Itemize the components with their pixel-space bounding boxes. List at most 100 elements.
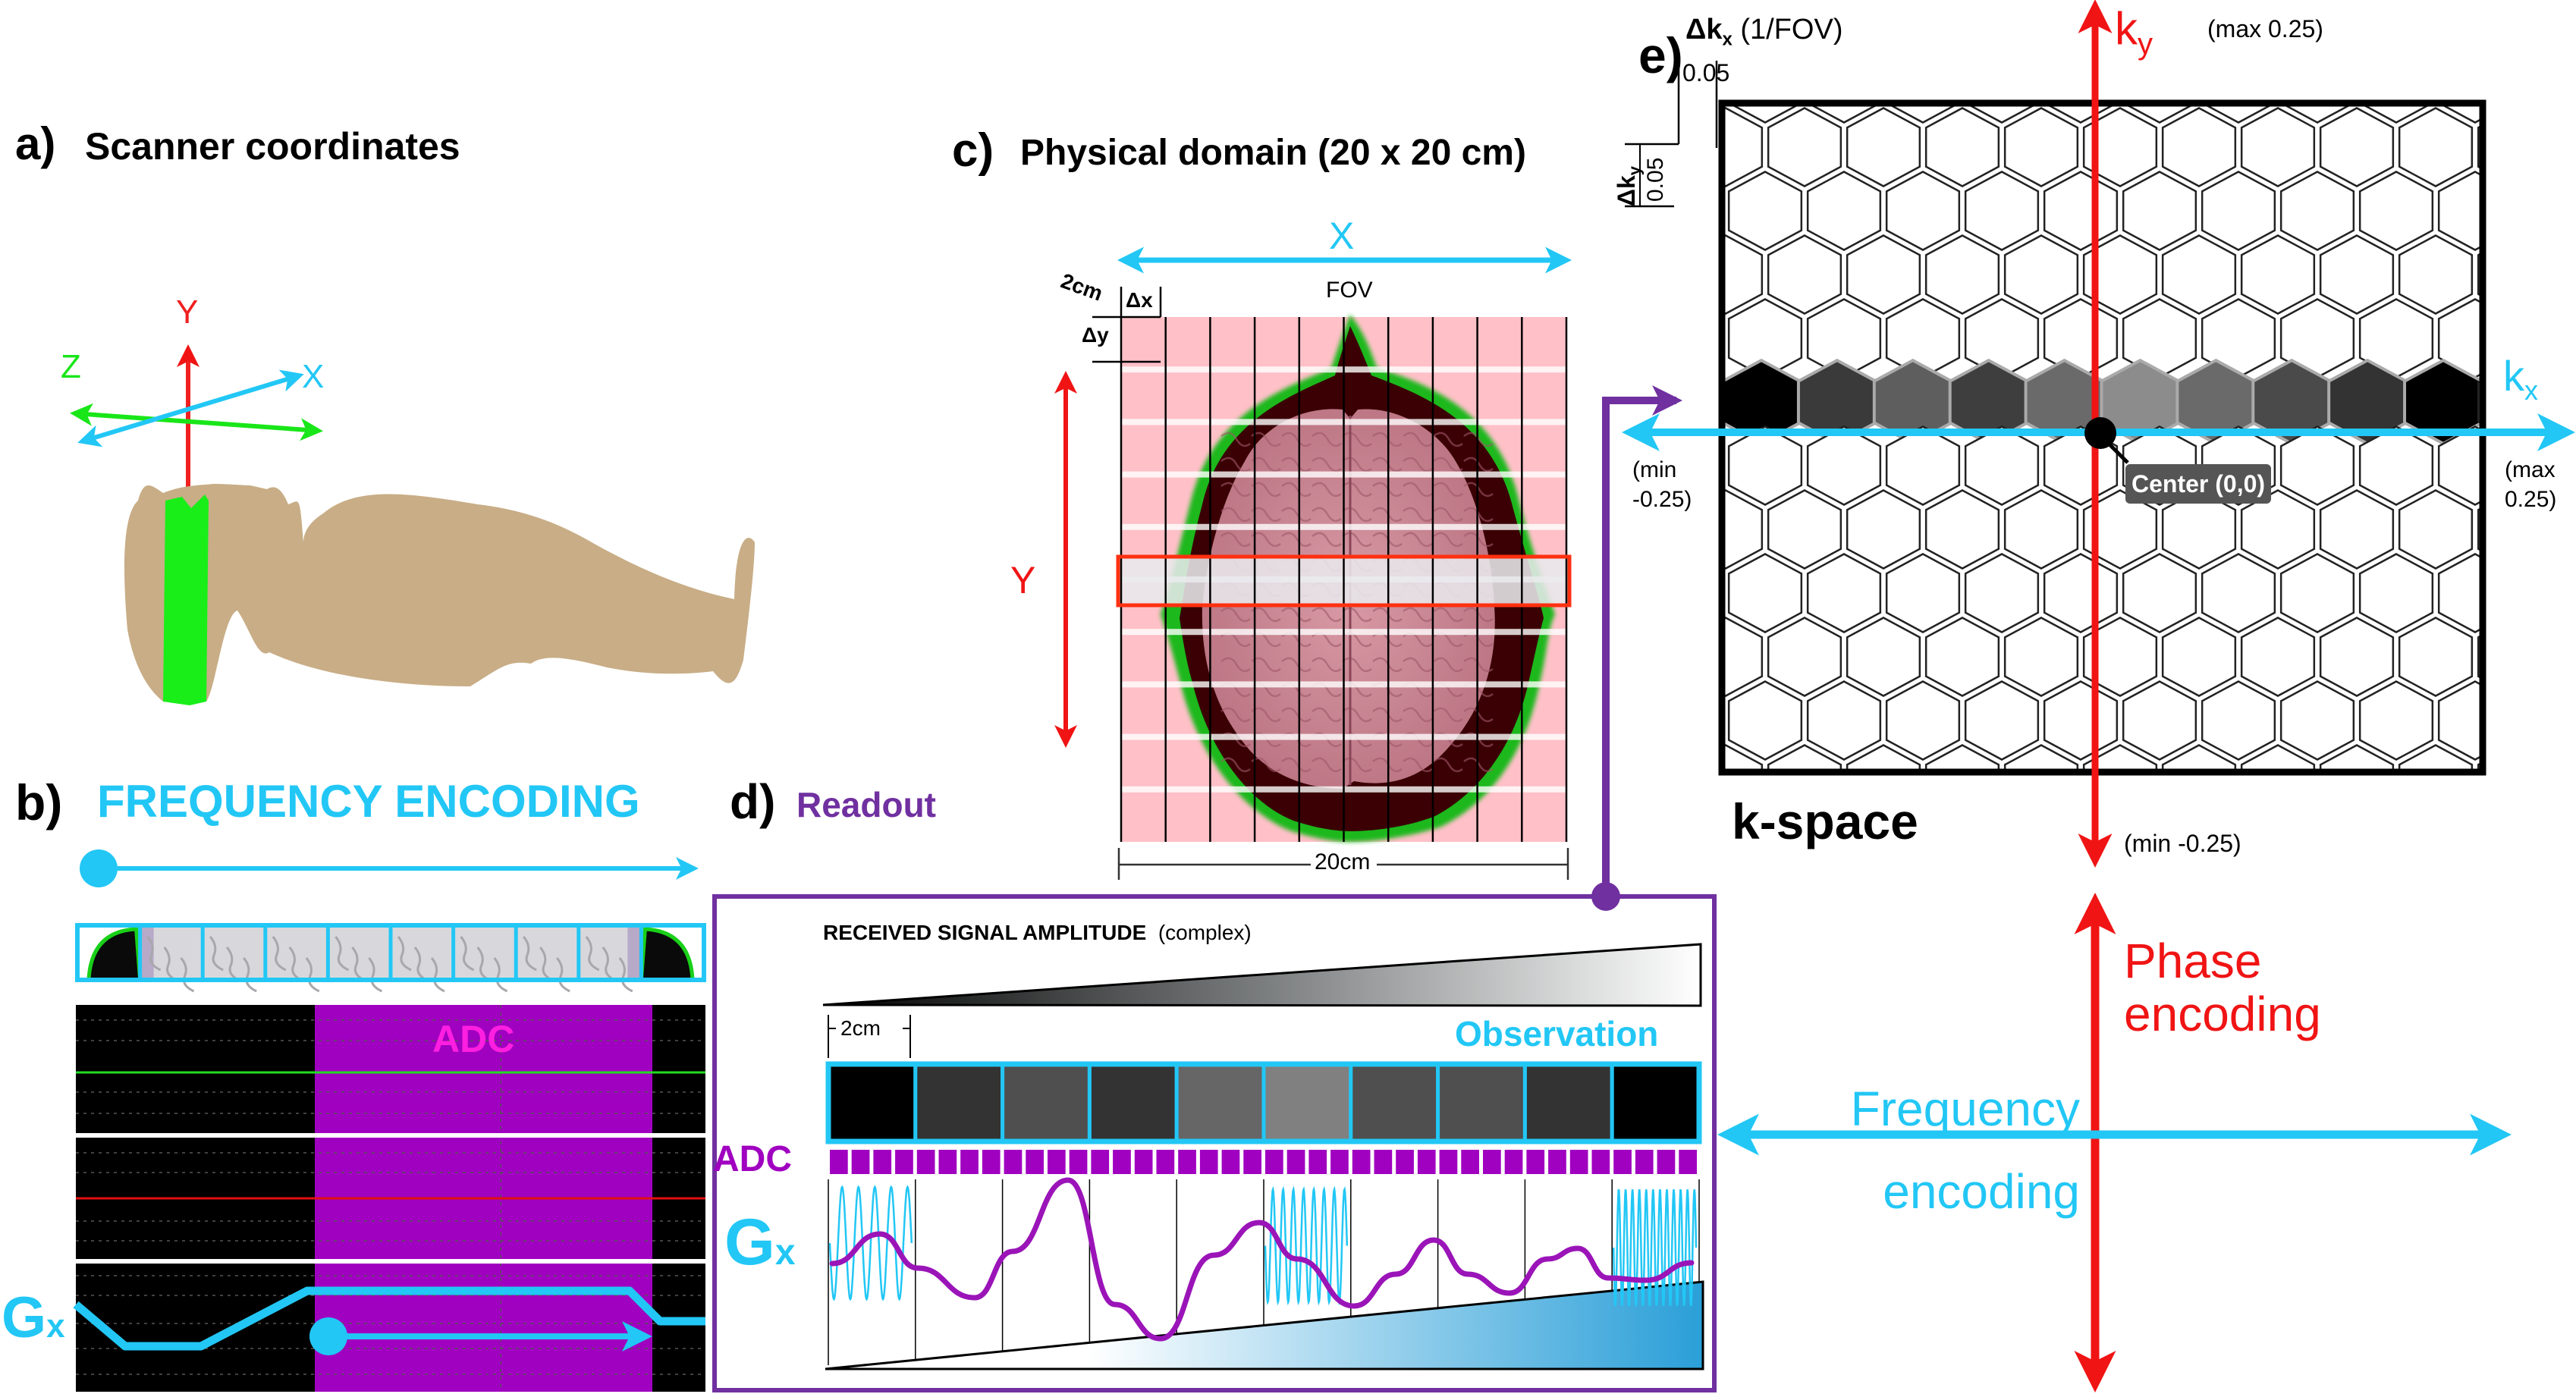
ky-main: k xyxy=(2115,3,2138,54)
kx-max-line2: 0.25) xyxy=(2505,487,2557,512)
kspace-cell xyxy=(2557,617,2576,695)
panel-b-title: FREQUENCY ENCODING xyxy=(97,776,640,827)
gx-label: Gx xyxy=(2,1289,65,1347)
adc-sample xyxy=(1091,1150,1110,1174)
adc-sample xyxy=(1548,1150,1566,1174)
ky-max-label: (max 0.25) xyxy=(2207,15,2323,42)
dkx-sub: x xyxy=(1722,29,1733,50)
observation-cell xyxy=(1087,1062,1179,1144)
adc-sample xyxy=(1221,1150,1240,1174)
adc-sample xyxy=(1679,1150,1697,1174)
kspace-cell xyxy=(1722,572,1724,614)
adc-sample xyxy=(1504,1150,1523,1174)
scope-panel xyxy=(73,1005,705,1392)
strip-cell xyxy=(328,925,391,980)
strip-cell xyxy=(203,925,265,980)
adc-sample xyxy=(1374,1150,1393,1174)
kspace-cell xyxy=(2399,0,2472,59)
kx-sub: x xyxy=(2524,375,2538,407)
observation-cell xyxy=(913,1062,1005,1144)
adc-sample xyxy=(960,1150,979,1174)
dkx-label: Δkx (1/FOV) xyxy=(1685,15,1843,49)
freq-line2: encoding xyxy=(1883,1163,2080,1219)
dky-value: 0.05 xyxy=(1643,157,1668,202)
adc-sample xyxy=(1199,1150,1218,1174)
panel-e-letter: e) xyxy=(1638,27,1683,83)
kspace-cell xyxy=(2518,681,2576,759)
kspace-cell xyxy=(2477,251,2483,298)
panel-d-title: Readout xyxy=(796,785,936,824)
adc-sample xyxy=(1439,1150,1458,1174)
adc-sample xyxy=(1569,1150,1588,1174)
kspace-label: k-space xyxy=(1732,793,1918,849)
kspace-cell xyxy=(2557,0,2576,59)
adc-sample xyxy=(1113,1150,1131,1174)
ky-sub: y xyxy=(2138,27,2153,61)
adc-sample xyxy=(1156,1150,1175,1174)
adc-sample xyxy=(982,1150,1001,1174)
kx-min-line2: -0.25) xyxy=(1632,487,1692,512)
kspace-cell xyxy=(1571,299,1644,377)
strip-cell xyxy=(265,925,328,980)
adc-sample xyxy=(1134,1150,1153,1174)
kspace-cell xyxy=(1610,617,1683,695)
observation-cell xyxy=(1261,1062,1353,1144)
adc-sample xyxy=(1308,1150,1327,1174)
panel-b-letter: b) xyxy=(15,774,63,830)
adc-sample-bars xyxy=(830,1150,1697,1174)
center-label: Center (0,0) xyxy=(2125,464,2272,504)
dky-main: Δk xyxy=(1613,175,1640,206)
kspace-cell xyxy=(1926,0,1999,59)
adc-sample xyxy=(1048,1150,1066,1174)
adc-sample xyxy=(1613,1150,1632,1174)
amplitude-note: (complex) xyxy=(1158,921,1252,944)
adc-label: ADC xyxy=(432,1018,515,1060)
kspace-cell xyxy=(2005,0,2078,59)
amplitude-label: RECEIVED SIGNAL AMPLITUDE (complex) xyxy=(823,922,1252,943)
kspace-cell xyxy=(2518,44,2576,122)
kspace-cell xyxy=(1722,699,1724,742)
dky-label: Δky xyxy=(1613,165,1645,206)
fov-label: FOV xyxy=(1326,278,1373,303)
adc-sample xyxy=(1417,1150,1436,1174)
observation-cell xyxy=(1174,1062,1266,1144)
kspace-cell xyxy=(1722,317,1724,359)
panel-c-title: Physical domain (20 x 20 cm) xyxy=(1020,133,1526,173)
freq-encoding-arrow xyxy=(80,849,699,887)
kspace-cell xyxy=(2477,633,2483,680)
adc-sample xyxy=(895,1150,913,1174)
observation-cell xyxy=(1349,1062,1440,1144)
phase-line1: Phase xyxy=(2124,934,2262,988)
kspace-cell xyxy=(2557,745,2576,823)
adc-sample xyxy=(1635,1150,1654,1174)
y-label: Y xyxy=(1010,559,1036,601)
connector-dot xyxy=(1591,882,1620,911)
strip-cell xyxy=(453,925,517,980)
kspace-cell xyxy=(2518,171,2576,250)
dy-label: Δy xyxy=(1082,323,1109,347)
kx-min-line1: (min xyxy=(1632,457,1677,482)
kspace-cell xyxy=(2518,554,2576,632)
strip-cell xyxy=(516,925,579,980)
x-label: X xyxy=(1329,215,1355,257)
x-axis-arrow xyxy=(77,369,304,447)
gx-label-main: G xyxy=(2,1286,47,1350)
dky-sub: y xyxy=(1625,165,1645,176)
amplitude-wedge xyxy=(822,943,1702,1007)
dx-label: Δx xyxy=(1126,288,1153,312)
axis-label-x: X xyxy=(302,358,325,395)
z-axis-arrow xyxy=(70,403,323,441)
kspace-cell xyxy=(2557,490,2576,568)
gx-high-freq-wave xyxy=(828,1185,913,1301)
strip-cell xyxy=(391,925,454,980)
adc-sample xyxy=(1483,1150,1501,1174)
ky-label: ky xyxy=(2115,3,2153,61)
panel-a-title: Scanner coordinates xyxy=(85,125,460,168)
width-label: 20cm xyxy=(1315,849,1371,874)
kspace-cell xyxy=(1610,745,1683,823)
freq-line1: Frequency xyxy=(1850,1082,2080,1136)
adc-sample xyxy=(916,1150,935,1174)
axis-label-z: Z xyxy=(61,348,81,385)
adc-sample xyxy=(1004,1150,1023,1174)
adc-sample xyxy=(1178,1150,1196,1174)
